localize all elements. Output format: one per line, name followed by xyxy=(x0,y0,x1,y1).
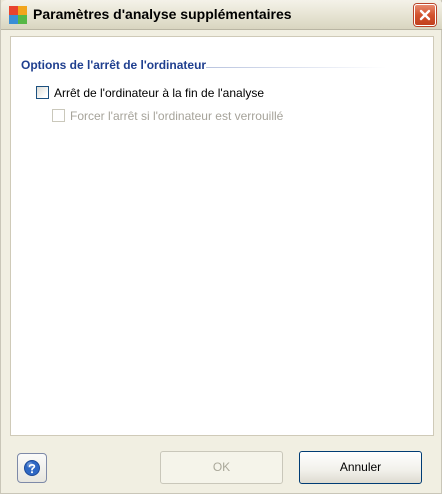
help-button[interactable] xyxy=(17,453,47,483)
dialog-window: Paramètres d'analyse supplémentaires Opt… xyxy=(0,0,442,494)
help-icon xyxy=(24,460,40,476)
force-shutdown-checkbox-label: Forcer l'arrêt si l'ordinateur est verro… xyxy=(70,109,284,123)
close-button[interactable] xyxy=(414,4,436,26)
section-divider xyxy=(206,67,386,68)
cancel-button[interactable]: Annuler xyxy=(299,451,422,484)
close-icon xyxy=(419,9,431,21)
force-shutdown-checkbox xyxy=(52,109,65,122)
section-title: Options de l'arrêt de l'ordinateur xyxy=(21,58,207,72)
title-bar[interactable]: Paramètres d'analyse supplémentaires xyxy=(1,0,442,30)
option-force-shutdown: Forcer l'arrêt si l'ordinateur est verro… xyxy=(52,108,322,124)
shutdown-checkbox[interactable] xyxy=(36,86,49,99)
window-title: Paramètres d'analyse supplémentaires xyxy=(33,6,292,22)
ok-button[interactable]: OK xyxy=(160,451,283,484)
options-panel: Options de l'arrêt de l'ordinateur Arrêt… xyxy=(10,36,434,436)
option-shutdown-after-scan[interactable]: Arrêt de l'ordinateur à la fin de l'anal… xyxy=(36,85,296,101)
avg-logo-icon xyxy=(9,6,27,24)
dialog-body: Options de l'arrêt de l'ordinateur Arrêt… xyxy=(1,30,441,493)
shutdown-checkbox-label[interactable]: Arrêt de l'ordinateur à la fin de l'anal… xyxy=(54,85,264,101)
